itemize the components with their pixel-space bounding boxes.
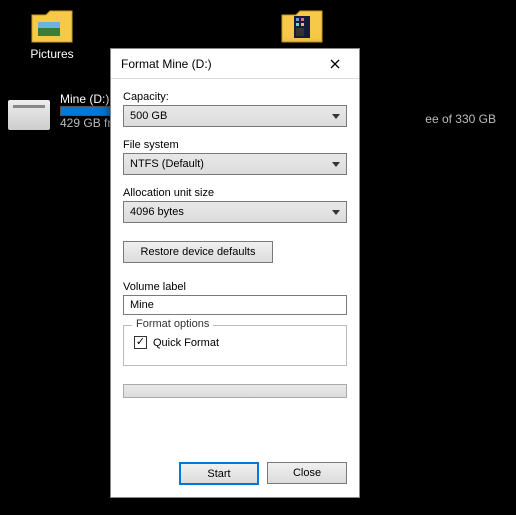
filesystem-value: NTFS (Default) xyxy=(130,158,204,170)
close-button[interactable]: Close xyxy=(267,462,347,484)
capacity-select[interactable]: 500 GB xyxy=(123,105,347,127)
format-dialog: Format Mine (D:) Capacity: 500 GB File s… xyxy=(110,48,360,498)
allocation-value: 4096 bytes xyxy=(130,206,184,218)
volume-label-input[interactable] xyxy=(123,295,347,315)
folder-pictures[interactable]: Pictures xyxy=(12,8,92,61)
drive-free-text: ee of 330 GB xyxy=(425,112,496,126)
drive-icon xyxy=(8,100,50,130)
filesystem-label: File system xyxy=(123,139,347,151)
dialog-titlebar[interactable]: Format Mine (D:) xyxy=(111,49,359,79)
capacity-value: 500 GB xyxy=(130,110,167,122)
start-button[interactable]: Start xyxy=(179,462,259,485)
format-options-group: Format options ✓ Quick Format xyxy=(123,325,347,366)
volume-label-label: Volume label xyxy=(123,281,347,293)
dialog-title: Format Mine (D:) xyxy=(121,57,315,71)
format-options-label: Format options xyxy=(132,318,213,330)
close-icon[interactable] xyxy=(315,50,355,78)
restore-defaults-button[interactable]: Restore device defaults xyxy=(123,241,273,263)
capacity-label: Capacity: xyxy=(123,91,347,103)
folder-icon xyxy=(30,8,74,44)
allocation-label: Allocation unit size xyxy=(123,187,347,199)
allocation-select[interactable]: 4096 bytes xyxy=(123,201,347,223)
folder-icon xyxy=(280,8,324,44)
progress-bar xyxy=(123,384,347,398)
filesystem-select[interactable]: NTFS (Default) xyxy=(123,153,347,175)
quick-format-checkbox[interactable]: ✓ xyxy=(134,336,147,349)
quick-format-label: Quick Format xyxy=(153,337,219,349)
folder-label: Pictures xyxy=(30,47,73,61)
